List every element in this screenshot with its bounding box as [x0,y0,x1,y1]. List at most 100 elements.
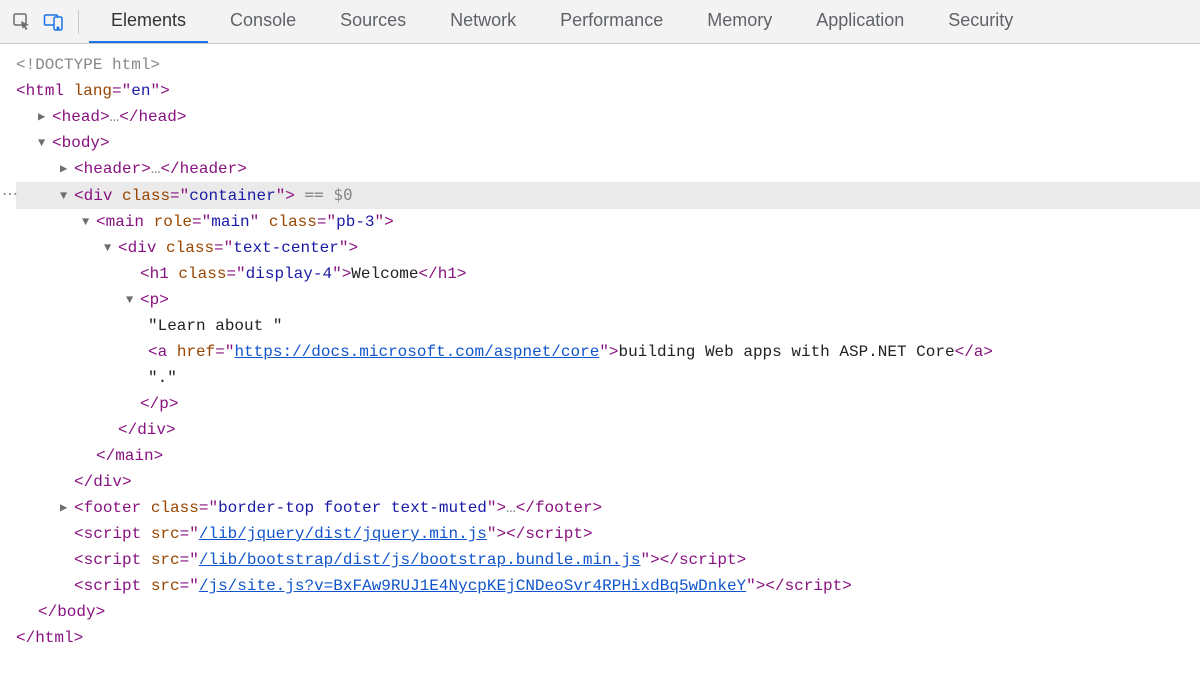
tag-name: html [35,629,73,647]
collapse-toggle-icon[interactable]: ▼ [82,209,96,235]
tag-name: header [180,160,238,178]
ellipsis: … [151,160,161,178]
tag-name: head [62,108,100,126]
attr-value: en [131,82,150,100]
dom-node-html[interactable]: <html lang="en"> [16,78,1200,104]
tab-network[interactable]: Network [428,0,538,43]
tab-security[interactable]: Security [926,0,1035,43]
attr-value: border-top footer text-muted [218,499,487,517]
tag-name: main [115,447,153,465]
console-ref: == $0 [305,185,353,204]
tab-elements[interactable]: Elements [89,0,208,43]
tag-name: script [84,551,142,569]
dom-text-node[interactable]: "Learn about " [16,313,1200,339]
dom-node-script[interactable]: ▼<script src="/lib/bootstrap/dist/js/boo… [16,547,1200,573]
tag-name: div [93,473,122,491]
tag-name: header [84,160,142,178]
ellipsis: … [506,499,516,517]
tab-memory[interactable]: Memory [685,0,794,43]
dom-node-p[interactable]: ▼<p> [16,287,1200,313]
dom-node-container-div[interactable]: ⋯ ▼<div class="container"> == $0 [16,182,1200,209]
dom-node-doctype[interactable]: <!DOCTYPE html> [16,52,1200,78]
attr-name: class [122,187,170,205]
tag-name: div [84,187,113,205]
dom-node-footer[interactable]: ▶<footer class="border-top footer text-m… [16,495,1200,521]
attr-value: container [189,187,275,205]
text-content: "." [148,369,177,387]
inspect-icon[interactable] [8,8,36,36]
ellipsis: … [110,108,120,126]
devtools-tabs: Elements Console Sources Network Perform… [89,0,1035,43]
tag-name: h1 [438,265,457,283]
devtools-toolbar: Elements Console Sources Network Perform… [0,0,1200,44]
text-content: "Learn about " [148,317,282,335]
tag-name: script [84,525,142,543]
tab-performance[interactable]: Performance [538,0,685,43]
tag-name: html [26,82,64,100]
attr-value-link[interactable]: /js/site.js?v=BxFAw9RUJ1E4NycpKEjCNDeoSv… [199,577,746,595]
collapse-toggle-icon[interactable]: ▼ [104,235,118,261]
attr-name: class [178,265,226,283]
attr-value-link[interactable]: /lib/jquery/dist/jquery.min.js [199,525,487,543]
dom-node-body[interactable]: ▼<body> [16,130,1200,156]
toolbar-separator [78,10,79,34]
device-toolbar-icon[interactable] [40,8,68,36]
dom-node-html-close[interactable]: </html> [16,625,1200,651]
attr-value: pb-3 [336,213,374,231]
dom-node-anchor[interactable]: <a href="https://docs.microsoft.com/aspn… [16,339,1200,365]
attr-name: src [151,525,180,543]
dom-node-header[interactable]: ▶<header>…</header> [16,156,1200,182]
tag-name: p [150,291,160,309]
dom-node-script[interactable]: ▼<script src="/js/site.js?v=BxFAw9RUJ1E4… [16,573,1200,599]
attr-name: src [151,551,180,569]
dom-node-h1[interactable]: ▼<h1 class="display-4">Welcome</h1> [16,261,1200,287]
tag-name: main [106,213,144,231]
tag-name: body [57,603,95,621]
tag-name: div [128,239,157,257]
collapse-toggle-icon[interactable]: ▼ [38,130,52,156]
tag-name: head [138,108,176,126]
tab-console[interactable]: Console [208,0,318,43]
dom-node-div-close[interactable]: ▼</div> [16,469,1200,495]
tag-name: h1 [150,265,169,283]
attr-value: text-center [233,239,339,257]
tag-name: script [525,525,583,543]
tab-sources[interactable]: Sources [318,0,428,43]
attr-value: display-4 [246,265,332,283]
dom-node-main-close[interactable]: ▼</main> [16,443,1200,469]
tag-name: footer [535,499,593,517]
tag-name: body [62,134,100,152]
doctype-text: <!DOCTYPE html> [16,56,160,74]
expand-toggle-icon[interactable]: ▶ [38,104,52,130]
attr-value-link[interactable]: /lib/bootstrap/dist/js/bootstrap.bundle.… [199,551,641,569]
tag-name: script [785,577,843,595]
tag-name: script [679,551,737,569]
attr-name: class [269,213,317,231]
dom-text-node[interactable]: "." [16,365,1200,391]
expand-toggle-icon[interactable]: ▶ [60,156,74,182]
attr-name: class [166,239,214,257]
attr-name: class [151,499,199,517]
collapse-toggle-icon[interactable]: ▼ [60,183,74,209]
dom-node-head[interactable]: ▶<head>…</head> [16,104,1200,130]
dom-node-script[interactable]: ▼<script src="/lib/jquery/dist/jquery.mi… [16,521,1200,547]
expand-toggle-icon[interactable]: ▶ [60,495,74,521]
gutter-menu-icon[interactable]: ⋯ [2,182,18,208]
dom-node-main[interactable]: ▼<main role="main" class="pb-3"> [16,209,1200,235]
tag-name: script [84,577,142,595]
dom-node-p-close[interactable]: ▼</p> [16,391,1200,417]
tag-name: a [974,343,984,361]
tag-name: footer [84,499,142,517]
dom-node-body-close[interactable]: </body> [16,599,1200,625]
dom-node-text-center[interactable]: ▼<div class="text-center"> [16,235,1200,261]
dom-tree[interactable]: <!DOCTYPE html> <html lang="en"> ▶<head>… [0,44,1200,659]
attr-name: href [177,343,215,361]
tag-name: p [159,395,169,413]
attr-name: src [151,577,180,595]
attr-value-link[interactable]: https://docs.microsoft.com/aspnet/core [234,343,599,361]
dom-node-div-close[interactable]: ▼</div> [16,417,1200,443]
elements-panel: <!DOCTYPE html> <html lang="en"> ▶<head>… [0,44,1200,659]
collapse-toggle-icon[interactable]: ▼ [126,287,140,313]
attr-name: role [154,213,192,231]
tab-application[interactable]: Application [794,0,926,43]
